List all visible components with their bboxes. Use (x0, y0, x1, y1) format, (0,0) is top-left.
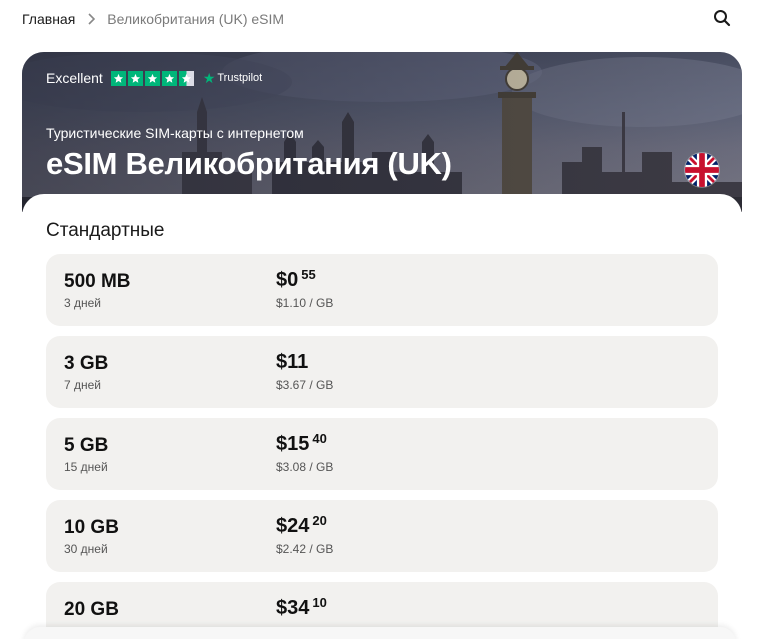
rating-stars (110, 70, 196, 86)
star-icon (144, 70, 160, 86)
section-title: Стандартные (46, 220, 165, 241)
plan-price-main: $24 (276, 515, 310, 537)
trustpilot-star-icon: ★ (202, 70, 216, 86)
plan-price-main: $11 (276, 351, 309, 373)
plan-price: $24 20 (276, 513, 327, 538)
plan-duration: 15 дней (64, 460, 108, 474)
search-icon (714, 10, 731, 27)
plan-price-per-gb: $3.67 / GB (276, 378, 334, 392)
uk-flag-icon (685, 153, 719, 187)
plan-card[interactable]: 10 GB 30 дней $24 20 $2.42 / GB (46, 500, 718, 572)
breadcrumb: Главная Великобритания (UK) eSIM (22, 10, 284, 28)
plan-price-main: $34 (276, 597, 310, 619)
plan-duration: 3 дней (64, 296, 102, 310)
page: Главная Великобритания (UK) eSIM Excelle… (0, 0, 759, 639)
star-icon (161, 70, 177, 86)
plan-data-size: 10 GB (64, 517, 119, 538)
plan-price: $11 (276, 351, 311, 374)
plan-price-cents: 20 (312, 513, 327, 528)
breadcrumb-home-link[interactable]: Главная (22, 10, 75, 28)
plan-price: $15 40 (276, 431, 327, 456)
hero-subtitle: Туристические SIM-карты с интернетом (46, 125, 304, 141)
star-icon (110, 70, 126, 86)
plan-price-cents: 40 (312, 431, 327, 446)
chevron-right-icon (87, 13, 96, 25)
bottom-sheet[interactable] (24, 627, 736, 639)
plan-duration: 7 дней (64, 378, 102, 392)
breadcrumb-current: Великобритания (UK) eSIM (107, 11, 285, 27)
plan-data-size: 5 GB (64, 435, 109, 456)
rating-label: Excellent (46, 70, 103, 86)
plan-price: $0 55 (276, 267, 316, 292)
plan-data-size: 3 GB (64, 353, 109, 374)
plan-price-per-gb: $1.10 / GB (276, 296, 334, 310)
plan-price-per-gb: $2.42 / GB (276, 542, 334, 556)
plan-duration: 30 дней (64, 542, 108, 556)
plan-card[interactable]: 500 MB 3 дней $0 55 $1.10 / GB (46, 254, 718, 326)
trustpilot-logo: ★ Trustpilot (202, 70, 263, 86)
half-star-icon (178, 70, 194, 86)
plan-price-main: $0 (276, 269, 299, 291)
plan-data-size: 500 MB (64, 271, 131, 292)
top-bar: Главная Великобритания (UK) eSIM (0, 0, 759, 40)
plans-panel: Стандартные 500 MB 3 дней $0 55 $1.10 / … (22, 194, 742, 639)
hero-banner: Excellent ★ Trustpilot Туристические SIM… (22, 52, 742, 212)
trustpilot-brand-text: Trustpilot (217, 72, 263, 84)
plan-card[interactable]: 3 GB 7 дней $11 $3.67 / GB (46, 336, 718, 408)
plan-card[interactable]: 5 GB 15 дней $15 40 $3.08 / GB (46, 418, 718, 490)
plan-price-per-gb: $3.08 / GB (276, 460, 334, 474)
page-title: eSIM Великобритания (UK) (46, 146, 452, 181)
plan-price-main: $15 (276, 433, 310, 455)
search-button[interactable] (712, 8, 732, 28)
trustpilot-rating[interactable]: Excellent ★ Trustpilot (46, 70, 262, 86)
plan-price-cents: 55 (301, 267, 316, 282)
plan-price: $34 10 (276, 595, 327, 620)
plan-data-size: 20 GB (64, 599, 119, 620)
plan-price-cents: 10 (312, 595, 327, 610)
star-icon (127, 70, 143, 86)
